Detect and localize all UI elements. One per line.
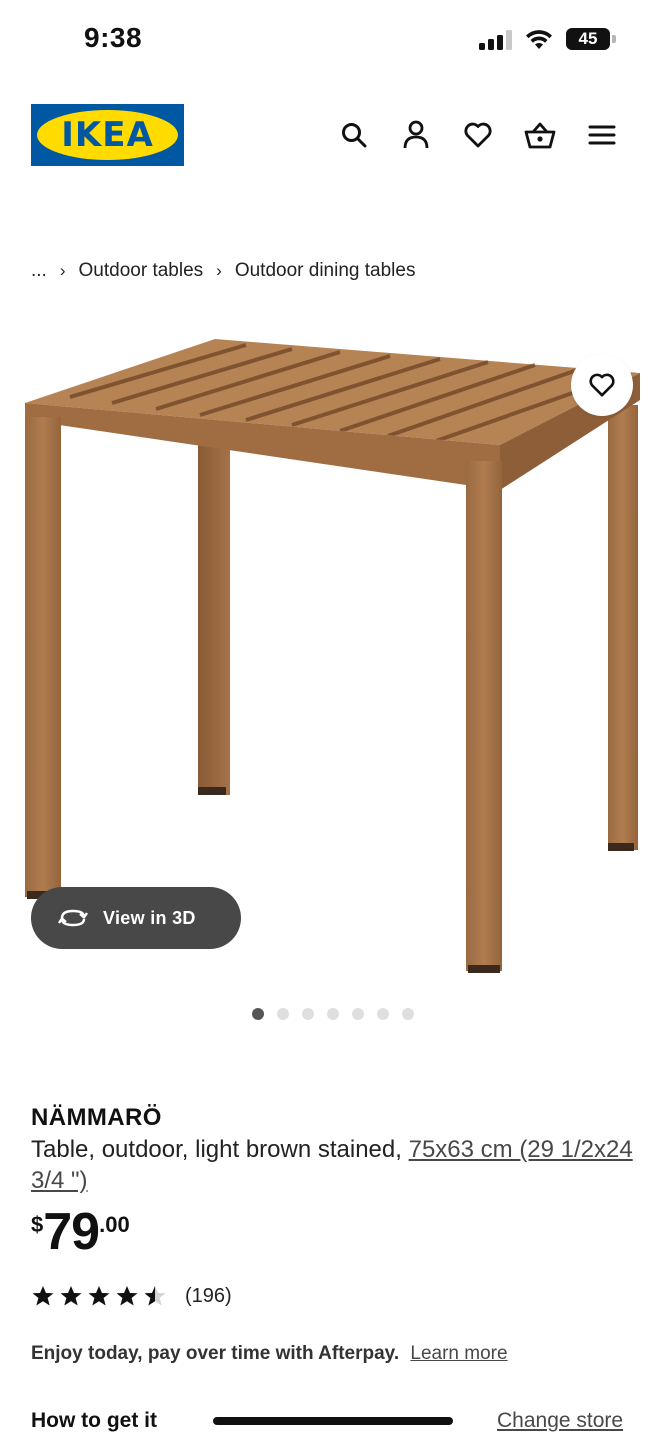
save-to-favorites-button[interactable] <box>571 354 633 416</box>
view-in-3d-button[interactable]: View in 3D <box>31 887 241 949</box>
change-store-link[interactable]: Change store <box>497 1409 623 1433</box>
half-star-icon <box>144 1286 166 1306</box>
product-price: $ 79 .00 <box>31 1206 130 1258</box>
rating-stars <box>31 1284 167 1308</box>
product-name: NÄMMARÖ <box>31 1104 162 1131</box>
battery-level: 45 <box>578 29 598 48</box>
review-count: (196) <box>185 1284 232 1307</box>
image-carousel-indicator <box>252 1008 414 1020</box>
how-to-get-it-heading: How to get it <box>31 1409 157 1432</box>
carousel-dot[interactable] <box>327 1008 339 1020</box>
rotate-3d-icon <box>58 909 88 927</box>
product-description-text: Table, outdoor, light brown stained, <box>31 1136 402 1163</box>
price-currency: $ <box>31 1212 44 1237</box>
price-main: 79 <box>43 1203 100 1261</box>
chevron-right-icon: › <box>59 261 66 280</box>
star-icon <box>88 1286 110 1306</box>
cellular-signal-icon <box>479 30 513 50</box>
product-description: Table, outdoor, light brown stained, 75x… <box>31 1134 641 1196</box>
carousel-dot[interactable] <box>352 1008 364 1020</box>
afterpay-text: Enjoy today, pay over time with Afterpay… <box>31 1343 400 1364</box>
breadcrumb-ellipsis[interactable]: ... <box>31 260 47 282</box>
breadcrumb-outdoor-dining-tables[interactable]: Outdoor dining tables <box>235 260 416 282</box>
search-icon[interactable] <box>337 118 371 152</box>
star-icon <box>32 1286 54 1306</box>
heart-icon <box>589 373 615 397</box>
price-cents: .00 <box>99 1212 130 1237</box>
carousel-dot[interactable] <box>302 1008 314 1020</box>
heart-icon[interactable] <box>461 118 495 152</box>
view-in-3d-label: View in 3D <box>103 907 196 928</box>
user-icon[interactable] <box>399 118 433 152</box>
carousel-dot[interactable] <box>402 1008 414 1020</box>
product-rating[interactable]: (196) <box>31 1284 232 1308</box>
ikea-logo[interactable]: IKEA <box>31 104 184 166</box>
breadcrumb: ... › Outdoor tables › Outdoor dining ta… <box>31 260 415 282</box>
afterpay-message: Enjoy today, pay over time with Afterpay… <box>31 1343 508 1365</box>
carousel-dot[interactable] <box>277 1008 289 1020</box>
star-icon <box>116 1286 138 1306</box>
logo-text: IKEA <box>61 115 154 155</box>
menu-icon[interactable] <box>585 118 619 152</box>
learn-more-link[interactable]: Learn more <box>410 1343 507 1364</box>
breadcrumb-outdoor-tables[interactable]: Outdoor tables <box>79 260 204 282</box>
wifi-icon <box>526 30 552 49</box>
status-bar: 9:38 45 <box>0 0 665 80</box>
basket-icon[interactable] <box>523 118 557 152</box>
home-indicator[interactable] <box>213 1417 453 1425</box>
battery-cap <box>612 35 616 43</box>
star-icon <box>60 1286 82 1306</box>
logo-oval: IKEA <box>37 110 178 160</box>
battery-icon: 45 <box>566 28 610 50</box>
chevron-right-icon: › <box>216 261 222 280</box>
carousel-dot[interactable] <box>252 1008 264 1020</box>
status-time: 9:38 <box>84 22 143 53</box>
carousel-dot[interactable] <box>377 1008 389 1020</box>
